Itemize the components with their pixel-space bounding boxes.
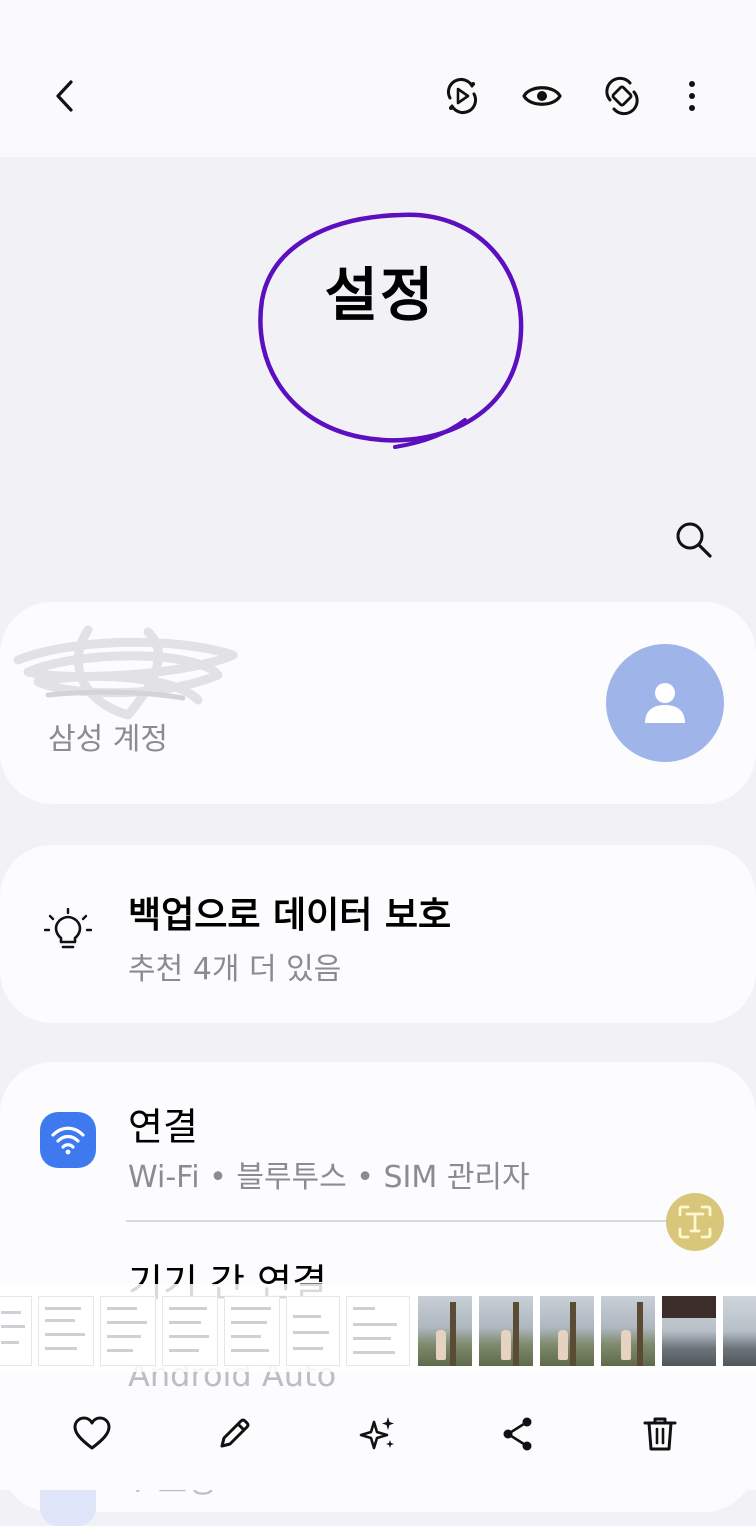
trash-icon[interactable] [636,1410,684,1458]
text-extract-button[interactable] [666,1193,724,1251]
backup-subtitle: 추천 4개 더 있음 [128,952,342,987]
sparkle-icon[interactable] [354,1410,402,1458]
pencil-icon[interactable] [210,1410,258,1458]
thumbnail[interactable] [38,1296,94,1366]
lightbulb-icon [43,907,93,956]
share-icon[interactable] [494,1410,542,1458]
text-scan-icon [678,1205,712,1239]
thumbnail[interactable] [346,1296,410,1366]
thumbnail-photo[interactable] [662,1296,716,1366]
account-label: 삼성 계정 [48,722,168,757]
connections-subtitle: Wi-Fi • 블루투스 • SIM 관리자 [128,1160,530,1195]
thumbnail[interactable] [100,1296,156,1366]
thumbnail[interactable] [224,1296,280,1366]
thumbnail[interactable] [0,1296,32,1366]
thumbnail-photo[interactable] [723,1296,756,1366]
heart-icon[interactable] [68,1410,116,1458]
top-app-bar [0,0,756,157]
backup-title: 백업으로 데이터 보호 [128,895,452,936]
motion-play-icon[interactable] [438,72,486,120]
search-icon[interactable] [670,516,716,562]
thumbnail-photo[interactable] [418,1296,472,1366]
wifi-icon [40,1112,96,1168]
thumbnail-photo[interactable] [540,1296,594,1366]
thumbnail[interactable] [286,1296,340,1366]
connections-title[interactable]: 연결 [128,1096,198,1151]
thumbnail-photo[interactable] [479,1296,533,1366]
rotate-icon[interactable] [598,72,646,120]
circle-annotation [258,212,524,449]
eye-icon[interactable] [518,72,566,120]
page-title: 설정 [324,261,436,329]
chevron-left-icon[interactable] [42,72,90,120]
avatar[interactable] [606,644,724,762]
thumbnail-strip[interactable] [0,1284,756,1372]
divider [126,1220,696,1222]
more-vert-icon[interactable] [668,72,716,120]
thumbnail[interactable] [162,1296,218,1366]
bottom-toolbar [0,1388,756,1490]
person-icon [645,683,685,723]
thumbnail-photo[interactable] [601,1296,655,1366]
